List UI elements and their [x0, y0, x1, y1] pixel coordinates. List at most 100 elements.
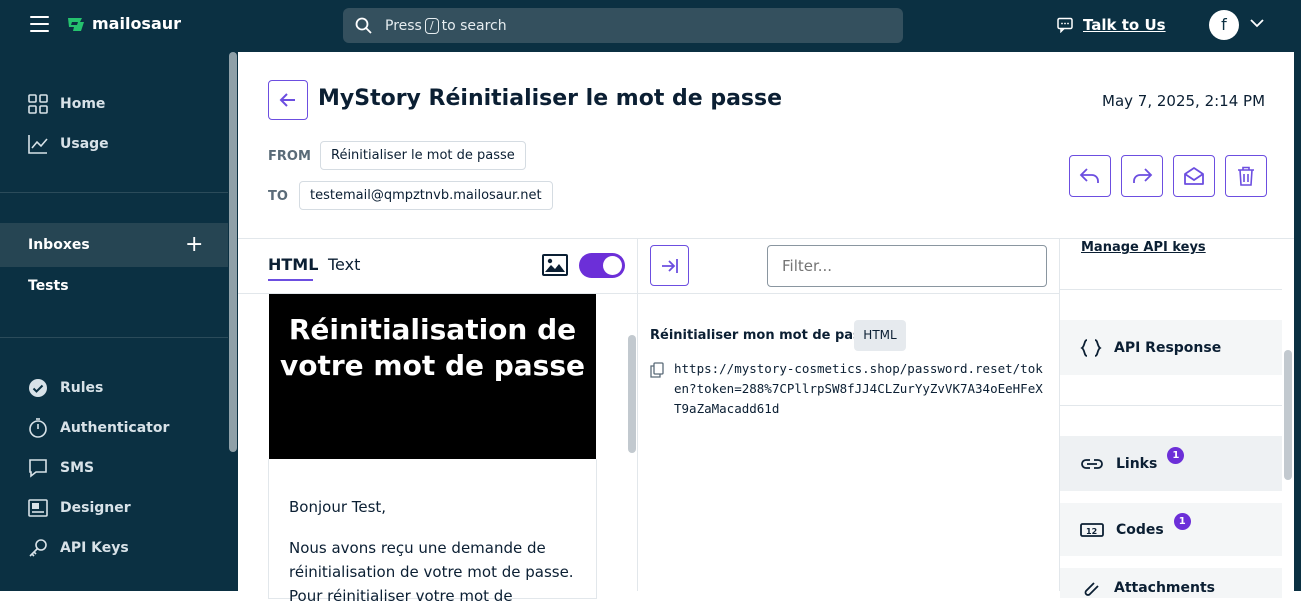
search-icon [355, 17, 372, 34]
link-icon [1081, 458, 1103, 469]
to-chip[interactable]: testemail@qmpztnvb.mailosaur.net [299, 181, 553, 210]
details-panel: Manage API keys API Response Links 1 12 … [1060, 238, 1284, 598]
grid-icon [28, 94, 48, 114]
trash-icon [1238, 166, 1254, 186]
talk-to-us-link[interactable]: Talk to Us [1057, 16, 1166, 34]
avatar[interactable]: f [1209, 10, 1239, 40]
sidebar-divider [0, 192, 228, 193]
attachments-label: Attachments [1114, 580, 1216, 596]
sidebar-divider [0, 337, 228, 338]
sidebar-item-label: Authenticator [60, 420, 170, 436]
braces-icon [1080, 338, 1102, 357]
links-label: Links [1116, 455, 1158, 472]
search-suffix: to search [441, 17, 507, 34]
email-subject: MyStory Réinitialiser le mot de passe [318, 86, 783, 111]
sidebar-item-tests[interactable]: Tests [28, 278, 69, 294]
sidebar-item-rules[interactable]: Rules [28, 378, 103, 398]
link-source-badge: HTML [854, 320, 906, 351]
mark-unread-button[interactable] [1173, 155, 1215, 197]
logo[interactable]: mailosaur [66, 14, 181, 33]
back-button[interactable] [268, 80, 308, 120]
arrow-to-right-icon [661, 258, 678, 273]
filter-input[interactable] [767, 245, 1047, 287]
chevron-down-icon[interactable] [1250, 18, 1264, 28]
link-url[interactable]: https://mystory-cosmetics.shop/password.… [674, 359, 1049, 419]
forward-icon [1133, 168, 1153, 183]
panel-scrollbar[interactable] [1284, 350, 1292, 480]
from-label: FROM [268, 149, 311, 164]
mailosaur-logo-icon [68, 17, 84, 31]
delete-button[interactable] [1225, 155, 1267, 197]
api-response-card[interactable]: API Response [1060, 320, 1282, 375]
email-view: MyStory Réinitialiser le mot de passe Ma… [238, 52, 1294, 605]
codes-label: Codes [1116, 521, 1164, 538]
search-prefix: Press [385, 17, 422, 34]
panel-divider [1060, 289, 1282, 290]
copy-icon[interactable] [650, 362, 664, 378]
codes-card[interactable]: 12 Codes 1 [1060, 503, 1282, 556]
preview-greeting: Bonjour Test, [289, 498, 387, 516]
sidebar-item-usage[interactable]: Usage [28, 134, 109, 154]
reply-icon [1079, 168, 1099, 183]
sidebar-item-label: Inboxes [28, 237, 90, 253]
arrow-left-icon [279, 93, 295, 107]
chart-line-icon [28, 135, 48, 154]
tab-text[interactable]: Text [328, 255, 360, 274]
sidebar-item-authenticator[interactable]: Authenticator [28, 418, 169, 438]
manage-api-keys-link[interactable]: Manage API keys [1081, 240, 1206, 255]
paperclip-icon [1084, 582, 1099, 596]
link-text: Réinitialiser mon mot de passe [650, 328, 878, 343]
filter-divider [637, 293, 1059, 294]
codes-icon: 12 [1080, 522, 1104, 537]
sidebar-item-label: Rules [60, 380, 104, 396]
sidebar-item-sms[interactable]: SMS [28, 458, 94, 478]
codes-count-badge: 1 [1173, 513, 1191, 530]
from-chip[interactable]: Réinitialiser le mot de passe [320, 141, 526, 170]
check-circle-icon [29, 379, 47, 397]
search-shortcut-key: / [424, 17, 439, 34]
panel-divider [1060, 405, 1282, 406]
brand-name: mailosaur [92, 14, 182, 33]
preview-hero-heading: Réinitialisation de votre mot de passe [269, 294, 596, 459]
sidebar-item-designer[interactable]: Designer [28, 498, 131, 518]
menu-icon[interactable] [30, 16, 49, 32]
sidebar-item-label: Designer [60, 500, 131, 516]
svg-text:12: 12 [1086, 527, 1097, 536]
tab-html[interactable]: HTML [268, 255, 318, 274]
search-bar[interactable]: Press / to search [343, 8, 903, 43]
pane-divider [637, 238, 638, 591]
sidebar-item-label: Usage [60, 136, 109, 152]
forward-button[interactable] [1121, 155, 1163, 197]
sidebar-item-label: API Keys [60, 540, 129, 556]
api-response-label: API Response [1114, 339, 1222, 356]
key-icon [29, 539, 47, 557]
message-icon [29, 459, 47, 478]
to-label: TO [268, 189, 288, 204]
chat-icon [1057, 17, 1073, 33]
add-inbox-button[interactable]: + [185, 223, 203, 267]
sidebar-item-label: SMS [60, 460, 95, 476]
sidebar-scrollbar[interactable] [229, 52, 237, 452]
timer-icon [29, 418, 47, 438]
attachments-card[interactable]: Attachments [1060, 568, 1282, 598]
image-icon [542, 254, 568, 276]
talk-to-us-label: Talk to Us [1083, 16, 1166, 34]
links-count-badge: 1 [1167, 447, 1185, 464]
preview-scrollbar[interactable] [628, 335, 636, 453]
sidebar: Home Usage Inboxes + Tests Rules Authent… [0, 52, 238, 591]
active-tab-indicator [268, 279, 313, 281]
envelope-open-icon [1184, 167, 1204, 185]
preview-paragraph: Nous avons reçu une demande de réinitial… [289, 539, 574, 605]
links-card[interactable]: Links 1 [1060, 436, 1282, 491]
images-toggle[interactable] [579, 253, 625, 278]
reply-button[interactable] [1069, 155, 1111, 197]
email-date: May 7, 2025, 2:14 PM [1102, 92, 1266, 110]
collapse-panel-button[interactable] [650, 245, 689, 286]
sidebar-item-home[interactable]: Home [28, 94, 105, 114]
window-edge [1294, 0, 1301, 591]
sidebar-item-inboxes[interactable]: Inboxes + [0, 223, 228, 267]
sidebar-item-api-keys[interactable]: API Keys [28, 538, 129, 558]
sidebar-item-label: Home [60, 96, 106, 112]
designer-icon [28, 499, 48, 517]
top-bar: mailosaur Press / to search Talk to Us f [0, 0, 1294, 52]
